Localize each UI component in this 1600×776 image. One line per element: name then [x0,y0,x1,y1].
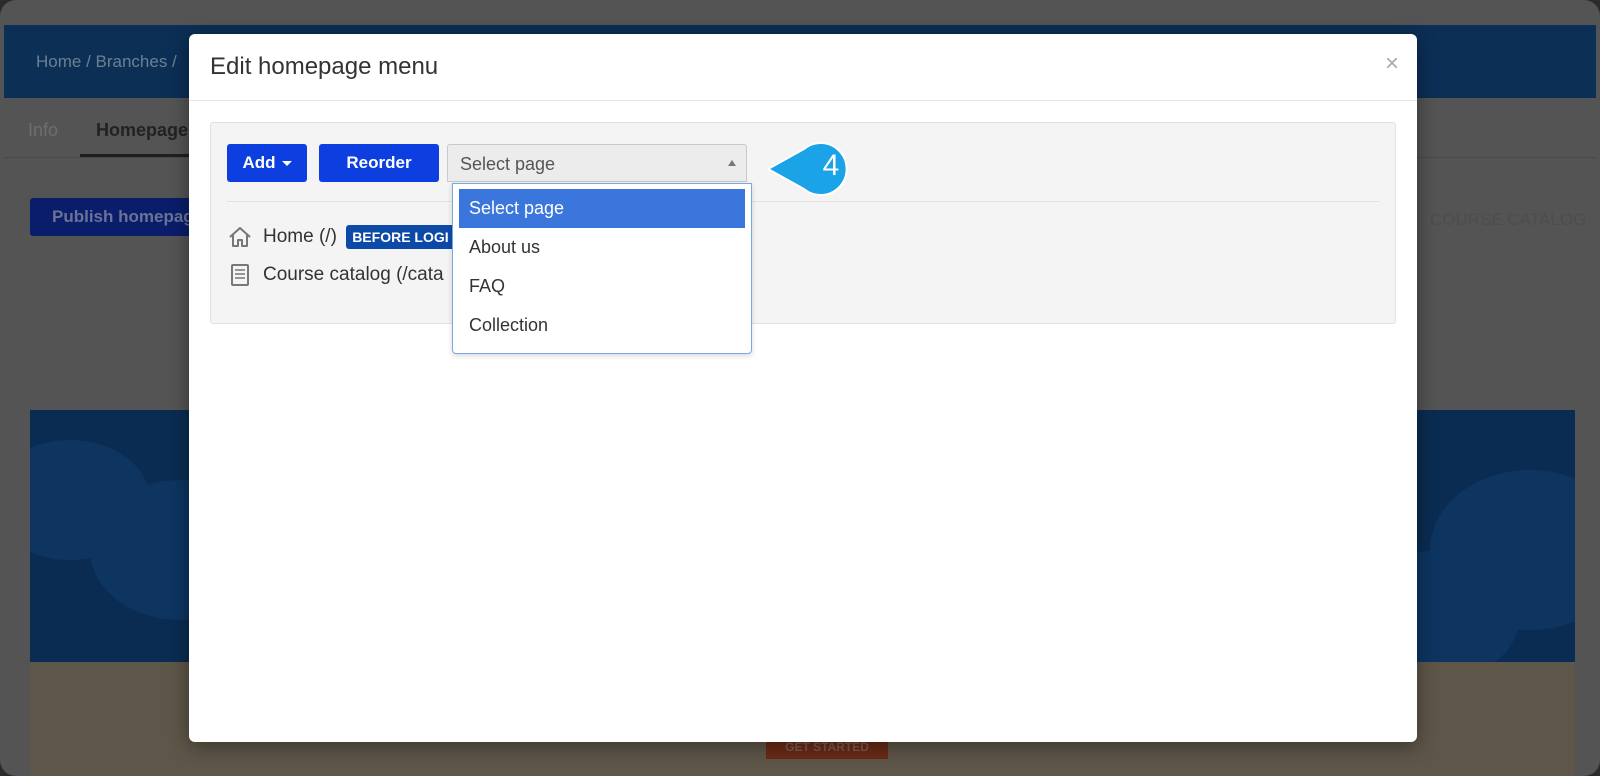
screen-frame: Home / Branches / Info Homepage Publish … [0,0,1600,776]
step-number: 4 [822,149,840,182]
nav-course-catalog[interactable]: COURSE CATALOG [1430,210,1586,230]
menu-item-label: Course catalog (/cata [263,264,444,286]
menu-item-home[interactable]: Home (/) BEFORE LOGI [227,225,455,249]
active-tab-indicator [80,154,202,157]
add-button[interactable]: Add [227,144,307,182]
status-badge: BEFORE LOGI [346,225,455,249]
divider [227,201,1379,202]
dropdown-option-select-page[interactable]: Select page [459,189,745,228]
breadcrumb: Home / Branches / [36,52,177,71]
dropdown-option-collection[interactable]: Collection [459,306,745,345]
modal-header: Edit homepage menu × [189,34,1417,101]
menu-item-course-catalog[interactable]: Course catalog (/cata [227,264,444,286]
tab-homepage[interactable]: Homepage [96,120,188,141]
caret-up-icon [728,160,736,166]
home-icon [227,226,253,248]
close-icon[interactable]: × [1385,50,1399,78]
tab-info[interactable]: Info [28,120,58,141]
reorder-button[interactable]: Reorder [319,144,439,182]
page-select-value: Select page [460,154,556,174]
page-select[interactable]: Select page [447,144,747,182]
page-select-dropdown: Select page About us FAQ Collection [452,183,752,354]
menu-item-label: Home (/) [263,226,337,248]
dropdown-option-about-us[interactable]: About us [459,228,745,267]
modal-title: Edit homepage menu [210,53,439,80]
dropdown-option-faq[interactable]: FAQ [459,267,745,306]
caret-down-icon [281,161,292,167]
book-icon [227,264,253,286]
add-button-label: Add [242,153,276,172]
